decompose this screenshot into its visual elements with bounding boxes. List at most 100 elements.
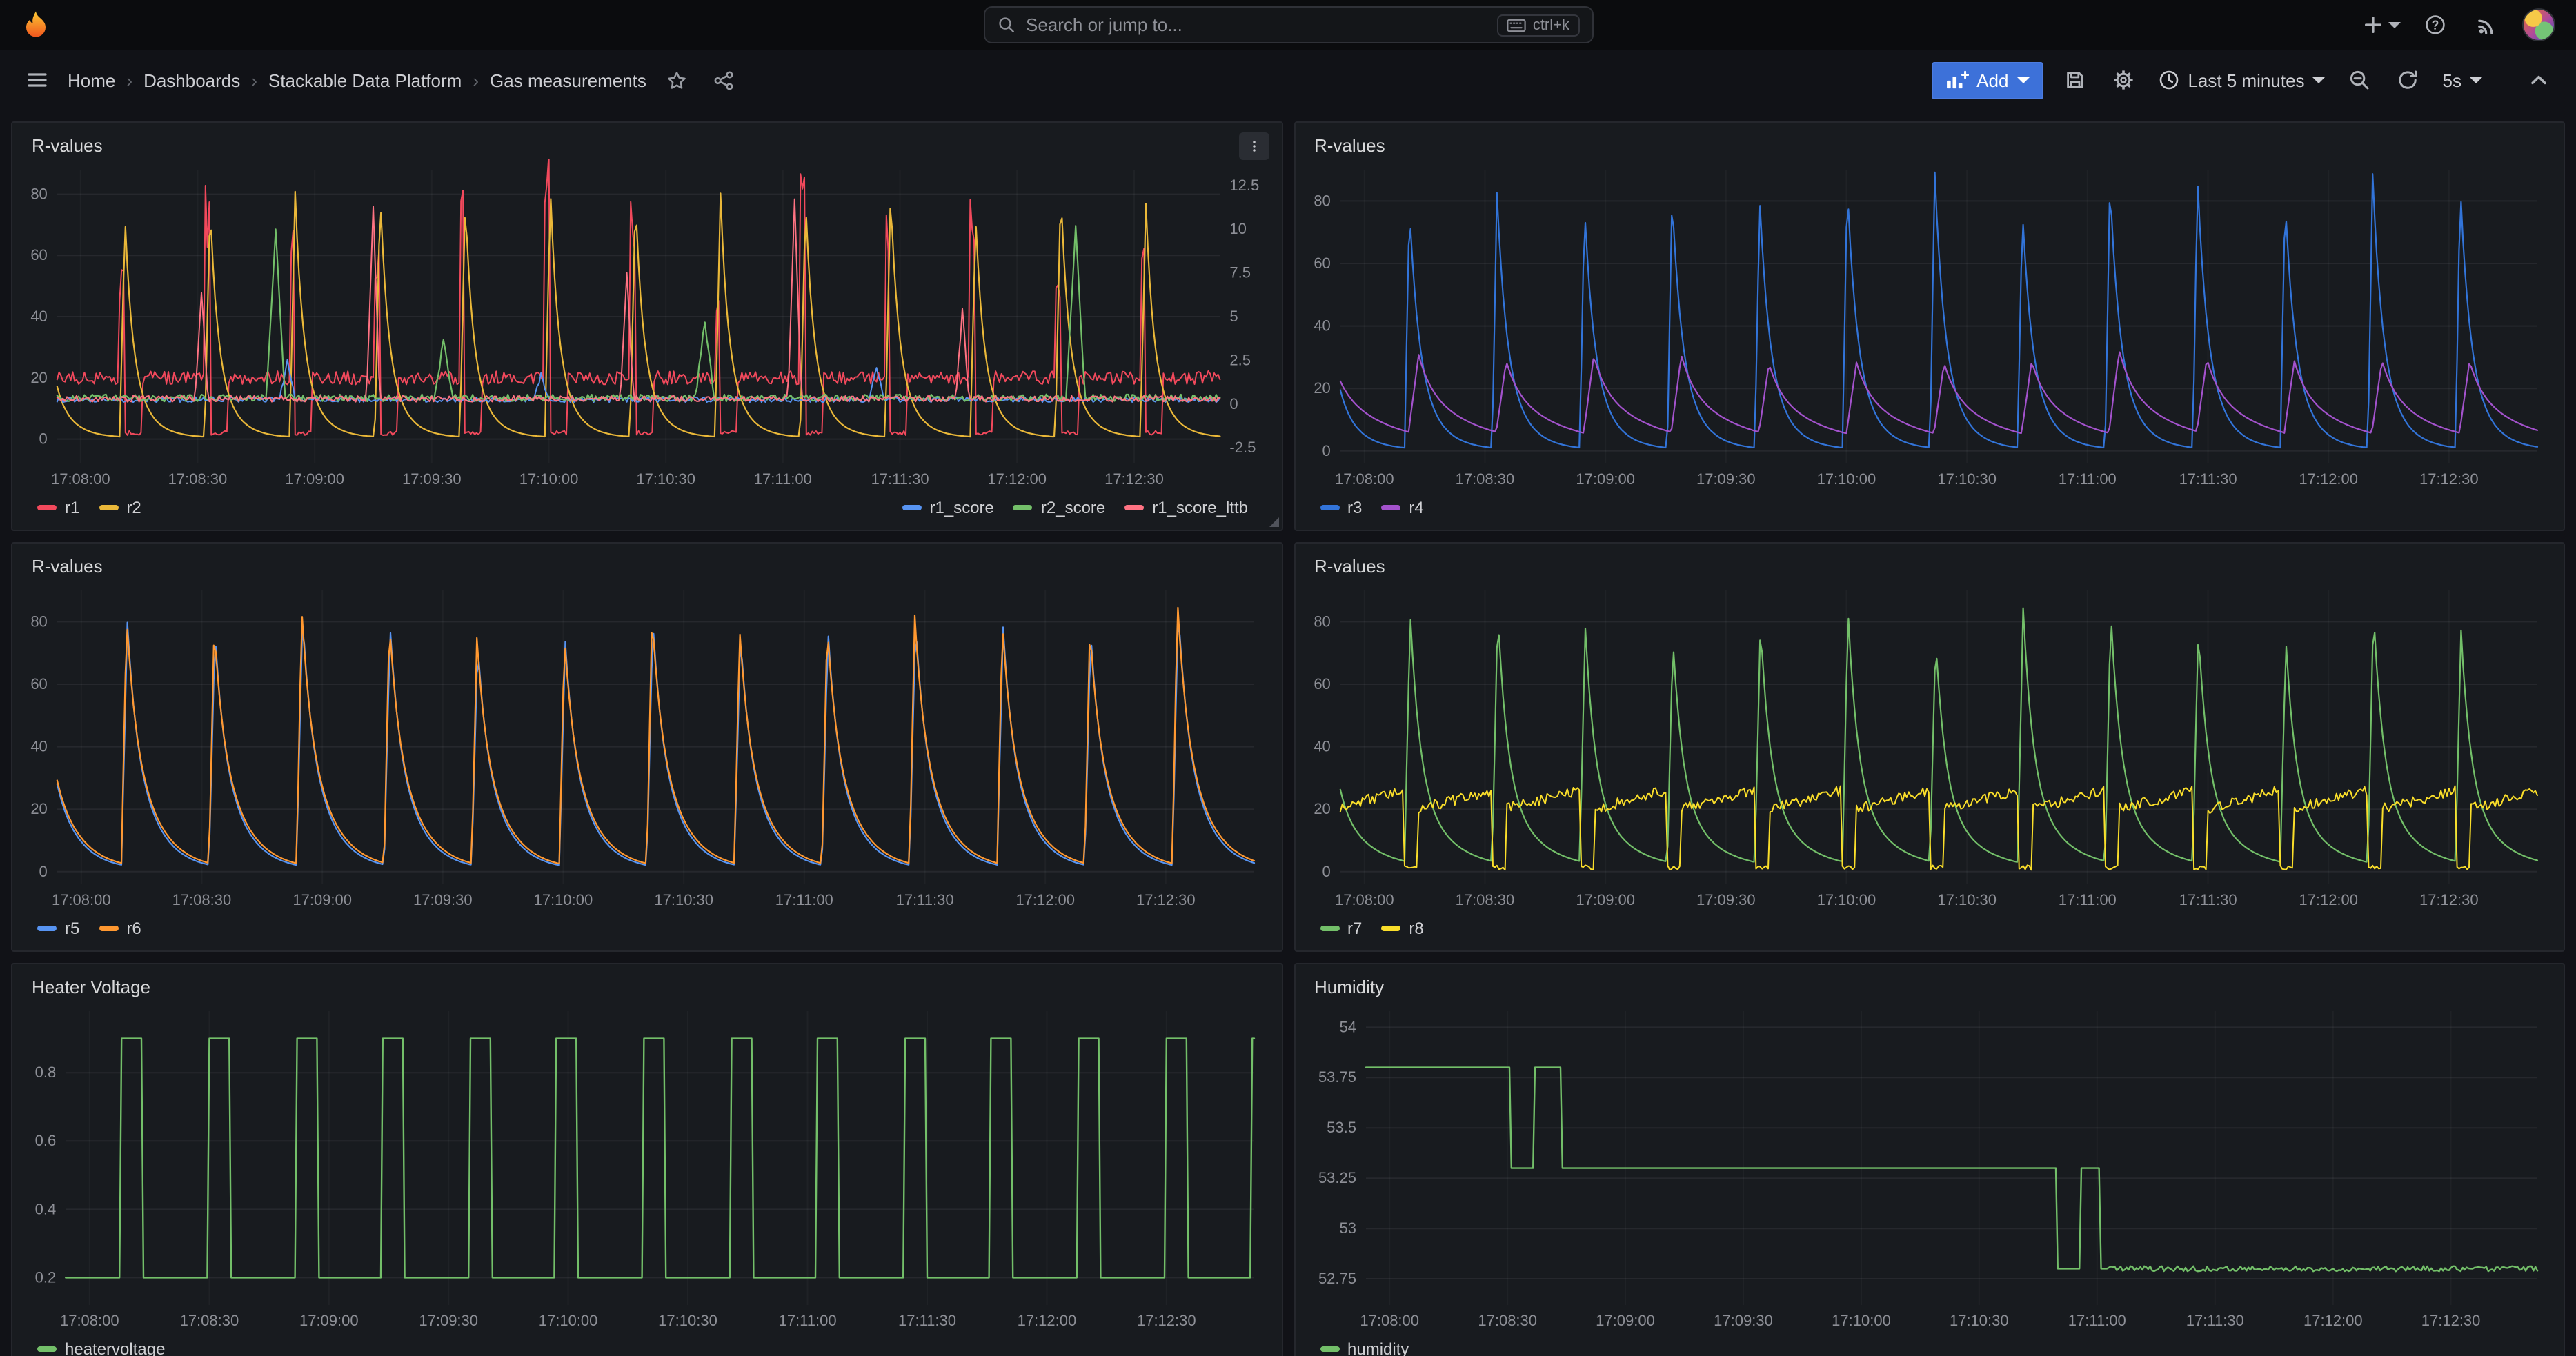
time-series-chart[interactable]: 17:08:0017:08:3017:09:0017:09:3017:10:00… <box>1309 1000 2550 1333</box>
time-series-chart[interactable]: 17:08:0017:08:3017:09:0017:09:3017:10:00… <box>26 159 1268 491</box>
legend-label: heatervoltage <box>65 1339 165 1356</box>
panel-title[interactable]: Humidity <box>1309 976 1389 997</box>
x-axis-tick-label: 17:09:30 <box>402 470 462 488</box>
x-axis-tick-label: 17:08:30 <box>1455 470 1514 488</box>
legend-swatch <box>902 505 922 510</box>
breadcrumb-home[interactable]: Home <box>68 70 115 90</box>
legend-label: r1_score <box>930 498 994 517</box>
keyboard-icon <box>1507 18 1526 32</box>
new-menu-button[interactable] <box>2362 14 2401 36</box>
star-icon <box>666 70 687 90</box>
x-axis-tick-label: 17:12:00 <box>2303 1312 2362 1329</box>
panel-r-values-2: R-values 17:08:0017:08:3017:09:0017:09:3… <box>1294 121 2565 531</box>
x-axis-tick-label: 17:11:00 <box>754 470 812 488</box>
legend-label: r5 <box>65 919 79 938</box>
legend-item-heatervoltage[interactable]: heatervoltage <box>37 1339 165 1356</box>
legend-swatch <box>1381 926 1400 931</box>
panel-title[interactable]: R-values <box>26 555 108 576</box>
x-axis-tick-label: 17:12:00 <box>1015 891 1075 908</box>
dashboard-settings-button[interactable] <box>2106 63 2139 97</box>
y-axis-tick-label: 53 <box>1339 1219 1356 1237</box>
x-axis-tick-label: 17:08:30 <box>1455 891 1514 908</box>
legend-item-r3[interactable]: r3 <box>1320 498 1362 517</box>
refresh-interval-picker[interactable]: 5s <box>2440 61 2485 99</box>
legend-item-r1_score_lttb[interactable]: r1_score_lttb <box>1124 498 1248 517</box>
panel-header: Heater Voltage <box>26 973 1267 1000</box>
legend-item-humidity[interactable]: humidity <box>1320 1339 1409 1356</box>
legend-item-r1_score[interactable]: r1_score <box>902 498 994 517</box>
x-axis-tick-label: 17:10:00 <box>1816 891 1876 908</box>
legend-item-r2[interactable]: r2 <box>99 498 141 517</box>
legend-swatch <box>1320 926 1339 931</box>
x-axis-tick-label: 17:10:30 <box>636 470 695 488</box>
add-panel-button[interactable]: Add <box>1931 61 2043 99</box>
series-line-r8 <box>1340 786 2537 870</box>
right-y-axis-tick-label: 0 <box>1229 395 1238 412</box>
right-y-axis-tick-label: 5 <box>1229 308 1238 325</box>
legend-label: r3 <box>1347 498 1362 517</box>
news-button[interactable] <box>2470 8 2503 41</box>
legend-label: r4 <box>1409 498 1423 517</box>
x-axis-tick-label: 17:12:00 <box>1018 1312 1077 1329</box>
panel-legend: r5 r6 <box>26 915 1267 942</box>
panel-resize-handle[interactable] <box>1269 517 1278 527</box>
legend-swatch <box>1124 505 1144 510</box>
time-series-chart[interactable]: 17:08:0017:08:3017:09:0017:09:3017:10:00… <box>1309 159 2550 491</box>
zoom-out-time-button[interactable] <box>2344 63 2377 97</box>
y-axis-tick-label: 0 <box>39 863 48 880</box>
grafana-flame-icon <box>19 8 52 41</box>
share-dashboard-button[interactable] <box>707 63 740 97</box>
legend-item-r4[interactable]: r4 <box>1381 498 1423 517</box>
legend-item-r6[interactable]: r6 <box>99 919 141 938</box>
legend-item-r7[interactable]: r7 <box>1320 919 1362 938</box>
breadcrumb-folder[interactable]: Stackable Data Platform <box>268 70 462 90</box>
profile-button[interactable] <box>2521 7 2557 43</box>
panel-title[interactable]: R-values <box>26 134 108 155</box>
favorite-dashboard-button[interactable] <box>660 63 693 97</box>
grafana-logo[interactable] <box>19 8 52 41</box>
x-axis-tick-label: 17:12:00 <box>2298 891 2357 908</box>
legend-item-r1[interactable]: r1 <box>37 498 79 517</box>
y-axis-tick-label: 0.8 <box>35 1064 57 1081</box>
y-axis-tick-label: 60 <box>30 675 47 692</box>
chart-area: 17:08:0017:08:3017:09:0017:09:3017:10:00… <box>26 579 1267 912</box>
right-y-axis-tick-label: 2.5 <box>1229 351 1251 368</box>
x-axis-tick-label: 17:12:00 <box>2298 470 2357 488</box>
y-axis-tick-label: 53.5 <box>1326 1119 1356 1136</box>
time-series-chart[interactable]: 17:08:0017:08:3017:09:0017:09:3017:10:00… <box>26 1000 1268 1333</box>
legend-item-r5[interactable]: r5 <box>37 919 79 938</box>
legend-swatch <box>1320 505 1339 510</box>
x-axis-tick-label: 17:08:30 <box>1477 1312 1536 1329</box>
x-axis-tick-label: 17:11:30 <box>2179 891 2237 908</box>
time-range-picker[interactable]: Last 5 minutes <box>2154 61 2328 99</box>
time-series-chart[interactable]: 17:08:0017:08:3017:09:0017:09:3017:10:00… <box>1309 579 2550 912</box>
search-input[interactable]: Search or jump to... ctrl+k <box>983 6 1593 43</box>
x-axis-tick-label: 17:09:00 <box>1575 891 1634 908</box>
y-axis-tick-label: 20 <box>1313 800 1329 817</box>
save-dashboard-button[interactable] <box>2058 63 2091 97</box>
legend-item-r8[interactable]: r8 <box>1381 919 1423 938</box>
panel-title[interactable]: R-values <box>1309 134 1391 155</box>
collapse-toolbar-button[interactable] <box>2522 63 2555 97</box>
legend-item-r2_score[interactable]: r2_score <box>1013 498 1105 517</box>
y-axis-tick-label: 0.4 <box>35 1200 57 1217</box>
help-button[interactable] <box>2419 8 2452 41</box>
y-axis-tick-label: 40 <box>1313 738 1329 755</box>
x-axis-tick-label: 17:08:00 <box>51 470 110 488</box>
y-axis-tick-label: 40 <box>30 308 47 325</box>
panel-menu-button[interactable] <box>1238 132 1269 160</box>
time-series-chart[interactable]: 17:08:0017:08:3017:09:0017:09:3017:10:00… <box>26 579 1268 912</box>
right-y-axis-tick-label: 7.5 <box>1229 264 1251 281</box>
x-axis-tick-label: 17:08:30 <box>172 891 232 908</box>
breadcrumb-dashboards[interactable]: Dashboards <box>143 70 240 90</box>
x-axis-tick-label: 17:09:00 <box>293 891 352 908</box>
legend-label: r2 <box>126 498 141 517</box>
mega-menu-toggle-button[interactable] <box>21 63 54 97</box>
refresh-dashboard-button[interactable] <box>2392 63 2425 97</box>
y-axis-tick-label: 40 <box>1313 317 1329 335</box>
menu-icon <box>26 69 48 91</box>
breadcrumb-dashboard-name[interactable]: Gas measurements <box>490 70 646 90</box>
plus-icon <box>2362 14 2384 36</box>
panel-title[interactable]: Heater Voltage <box>26 976 156 997</box>
panel-title[interactable]: R-values <box>1309 555 1391 576</box>
